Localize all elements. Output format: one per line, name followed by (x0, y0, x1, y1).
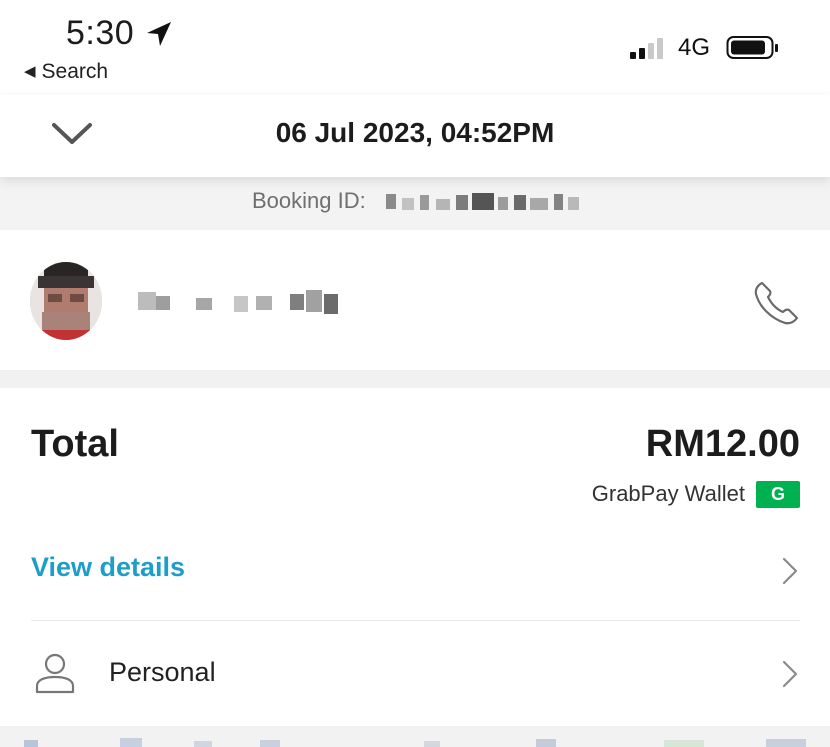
back-to-search-link[interactable]: ◀ Search (24, 60, 108, 84)
total-amount: RM12.00 (645, 423, 800, 465)
booking-id-redacted (386, 193, 579, 210)
payment-method-label: GrabPay Wallet (591, 481, 745, 506)
battery-icon (726, 36, 778, 59)
section-separator (0, 370, 830, 388)
profile-type-label[interactable]: Personal (109, 657, 216, 688)
network-type: 4G (678, 34, 711, 61)
payment-method: GrabPay Wallet G (592, 480, 800, 508)
grabpay-badge-icon: G (756, 480, 800, 508)
status-time: 5:30 (66, 14, 135, 52)
view-details-link[interactable]: View details (31, 552, 185, 583)
person-icon (35, 653, 75, 694)
booking-id-label: Booking ID: (252, 188, 366, 213)
bottom-content-cutoff (24, 738, 806, 747)
signal-bars-icon (630, 37, 670, 59)
chevron-right-icon[interactable] (780, 659, 800, 689)
back-search-label: Search (41, 60, 109, 83)
chevron-right-icon[interactable] (780, 556, 800, 586)
avatar (30, 262, 102, 340)
booking-datetime-title: 06 Jul 2023, 04:52PM (275, 117, 555, 148)
phone-icon[interactable] (752, 280, 800, 326)
total-label: Total (31, 423, 119, 465)
driver-name-redacted (138, 290, 338, 314)
back-triangle-icon: ◀ (24, 63, 36, 80)
divider (31, 620, 800, 621)
location-arrow-icon (147, 22, 171, 46)
driver-row (0, 230, 830, 370)
